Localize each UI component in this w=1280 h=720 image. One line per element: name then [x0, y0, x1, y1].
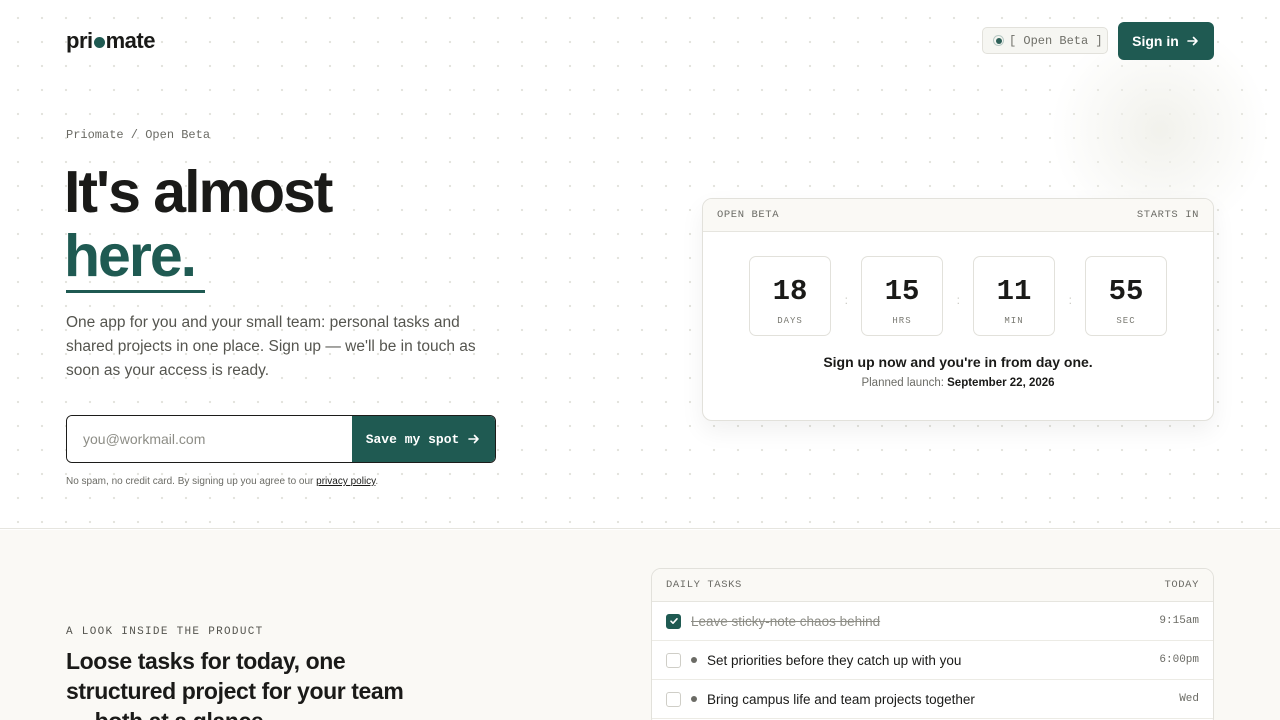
countdown-unit-label: DAYS	[777, 316, 803, 326]
privacy-policy-link[interactable]: privacy policy	[316, 476, 375, 487]
check-icon	[669, 618, 678, 624]
product-section: A LOOK INSIDE THE PRODUCT Loose tasks fo…	[0, 530, 1280, 720]
countdown-unit-label: MIN	[1004, 316, 1024, 326]
beta-badge-label: [ Open Beta ]	[1009, 33, 1103, 48]
fine-print-text: No spam, no credit card. By signing up y…	[66, 476, 317, 487]
planned-launch: Planned launch: September 22, 2026	[703, 377, 1213, 389]
countdown-timer: 18 DAYS : 15 HRS : 11 MIN : 55 SEC	[749, 256, 1167, 336]
countdown-message: Sign up now and you're in from day one.	[823, 354, 1093, 370]
signup-form: Save my spot	[66, 415, 496, 463]
task-time: Wed	[1179, 693, 1199, 705]
countdown-unit-label: SEC	[1116, 316, 1136, 326]
breadcrumb: Priomate / Open Beta	[66, 128, 211, 142]
task-bullet-icon	[691, 657, 697, 663]
task-row[interactable]: Leave sticky-note chaos behind 9:15am	[652, 602, 1213, 641]
task-text: Bring campus life and team projects toge…	[707, 691, 975, 707]
status-dot-icon	[993, 35, 1004, 46]
countdown-value: 15	[884, 275, 920, 308]
countdown-value: 55	[1108, 275, 1144, 308]
launch-prefix: Planned launch:	[861, 377, 948, 389]
task-time: 9:15am	[1159, 615, 1199, 627]
logo[interactable]: pri mate	[66, 28, 155, 54]
section-title: Loose tasks for today, one structured pr…	[66, 648, 404, 720]
headline-line-2: here.	[64, 223, 197, 289]
task-checkbox[interactable]	[666, 613, 681, 629]
countdown-unit-label: HRS	[892, 316, 912, 326]
task-checkbox[interactable]	[666, 652, 681, 668]
logo-text-start: pri	[66, 28, 93, 53]
daily-tasks-header: DAILY TASKS TODAY	[652, 569, 1213, 602]
headline-underline	[66, 290, 205, 293]
launch-date: September 22, 2026	[947, 377, 1055, 389]
open-beta-badge: [ Open Beta ]	[982, 27, 1108, 54]
daily-tasks-date: TODAY	[1164, 579, 1199, 591]
save-my-spot-label: Save my spot	[365, 431, 460, 447]
logo-text-end: mate	[105, 28, 156, 53]
task-text: Leave sticky-note chaos behind	[691, 613, 881, 629]
daily-tasks-card: DAILY TASKS TODAY Leave sticky-note chao…	[651, 568, 1214, 720]
countdown-separator: :	[956, 293, 960, 307]
logo-dot-icon	[93, 36, 105, 48]
section-eyebrow: A LOOK INSIDE THE PRODUCT	[66, 626, 264, 638]
arrow-right-icon	[468, 434, 480, 444]
countdown-days: 18 DAYS :	[749, 256, 848, 336]
countdown-label-right: STARTS IN	[1136, 209, 1199, 221]
page-title: It's almost here.	[64, 159, 333, 289]
countdown-seconds: 55 SEC	[1085, 256, 1167, 336]
countdown-card-header: OPEN BETA STARTS IN	[703, 199, 1213, 232]
countdown-hours: 15 HRS :	[861, 256, 960, 336]
task-checkbox[interactable]	[666, 691, 681, 707]
task-time: 6:00pm	[1159, 654, 1199, 666]
email-field[interactable]	[67, 416, 352, 462]
countdown-value: 11	[996, 275, 1032, 308]
countdown-separator: :	[1068, 293, 1072, 307]
countdown-label-left: OPEN BETA	[717, 209, 780, 221]
save-my-spot-button[interactable]: Save my spot	[352, 416, 495, 462]
headline-line-1: It's almost	[64, 159, 333, 225]
sign-in-button[interactable]: Sign in	[1118, 22, 1214, 60]
task-text: Set priorities before they catch up with…	[707, 652, 962, 668]
task-bullet-icon	[691, 696, 697, 702]
countdown-card: OPEN BETA STARTS IN 18 DAYS : 15 HRS : 1…	[702, 198, 1214, 421]
fine-print-end: .	[375, 476, 379, 487]
daily-tasks-title: DAILY TASKS	[666, 579, 742, 591]
countdown-minutes: 11 MIN :	[973, 256, 1072, 336]
countdown-value: 18	[772, 275, 808, 308]
task-row[interactable]: Set priorities before they catch up with…	[652, 641, 1213, 680]
hero-section: pri mate [ Open Beta ] Sign in Priomate /…	[0, 0, 1280, 529]
countdown-separator: :	[844, 293, 848, 307]
fine-print: No spam, no credit card. By signing up y…	[66, 476, 378, 487]
sign-in-label: Sign in	[1132, 33, 1179, 49]
hero-description: One app for you and your small team: per…	[66, 314, 476, 379]
task-row[interactable]: Bring campus life and team projects toge…	[652, 680, 1213, 719]
arrow-right-icon	[1187, 36, 1198, 46]
